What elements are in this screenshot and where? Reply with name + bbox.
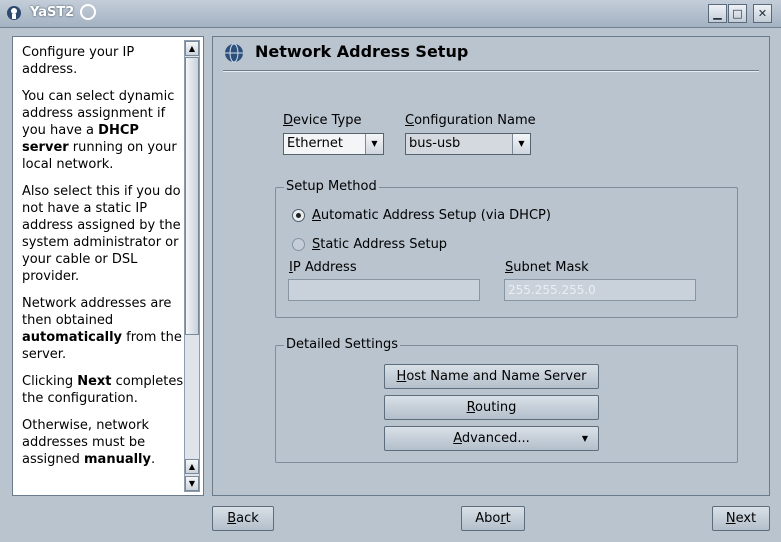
close-button[interactable]: ✕ xyxy=(753,4,772,23)
title-divider xyxy=(223,70,759,72)
setup-method-title: Setup Method xyxy=(284,179,379,194)
scroll-down-arrow-icon[interactable]: ▼ xyxy=(185,476,199,491)
suse-logo-icon xyxy=(80,4,96,20)
help-paragraph: Also select this if you do not have a st… xyxy=(22,183,184,285)
help-text-run: Also select this if you do not have a st… xyxy=(22,184,181,284)
radio-indicator xyxy=(292,238,305,251)
radio-indicator xyxy=(292,209,305,222)
help-paragraph: Configure your IP address. xyxy=(22,44,184,78)
detailed-settings-title: Detailed Settings xyxy=(284,337,400,352)
scroll-up-arrow-icon-bottom[interactable]: ▲ xyxy=(185,459,199,474)
static-address-label: Static Address Setup xyxy=(312,237,448,252)
help-text-run: Configure your IP address. xyxy=(22,45,135,77)
chevron-down-icon: ▼ xyxy=(365,134,383,154)
help-paragraph: You can select dynamic address assignmen… xyxy=(22,88,184,173)
abort-button[interactable]: Abort xyxy=(461,506,525,531)
device-type-select[interactable]: Ethernet ▼ xyxy=(283,133,384,155)
help-text-run: Network addresses are then obtained xyxy=(22,296,172,328)
back-button[interactable]: Back xyxy=(212,506,274,531)
network-globe-icon xyxy=(225,43,243,63)
automatic-address-label: Automatic Address Setup (via DHCP) xyxy=(312,208,551,223)
device-type-label: Device Type xyxy=(283,113,362,128)
host-name-button[interactable]: Host Name and Name Server xyxy=(384,364,599,389)
chevron-down-icon: ▼ xyxy=(512,134,530,154)
detailed-settings-group: Detailed Settings Host Name and Name Ser… xyxy=(275,337,738,463)
ip-address-label: IP Address xyxy=(289,260,357,275)
advanced-menu-button[interactable]: Advanced... ▼ xyxy=(384,426,599,451)
setup-method-group: Setup Method Automatic Address Setup (vi… xyxy=(275,179,738,318)
scroll-thumb[interactable] xyxy=(185,57,199,335)
window-title: YaST2 xyxy=(30,5,75,20)
scroll-up-arrow-icon[interactable]: ▲ xyxy=(185,41,199,56)
help-text-run: . xyxy=(151,452,156,467)
ip-address-input[interactable] xyxy=(288,279,480,301)
routing-button[interactable]: Routing xyxy=(384,395,599,420)
page-title: Network Address Setup xyxy=(255,42,469,61)
help-text: Configure your IP address. You can select… xyxy=(22,44,184,478)
help-bold-text: automatically xyxy=(22,330,123,345)
subnet-mask-input[interactable]: 255.255.255.0 xyxy=(504,279,696,301)
chevron-down-icon: ▼ xyxy=(581,434,588,443)
minimize-button[interactable]: ▁ xyxy=(708,4,727,23)
next-button[interactable]: Next xyxy=(712,506,770,531)
configuration-name-value: bus-usb xyxy=(409,136,461,151)
help-text-run: Clicking xyxy=(22,374,78,389)
help-paragraph: Otherwise, network addresses must be ass… xyxy=(22,417,184,468)
device-type-value: Ethernet xyxy=(287,136,343,151)
help-paragraph: Clicking Next completes the configuratio… xyxy=(22,373,184,407)
help-scrollbar[interactable]: ▲ ▲ ▼ xyxy=(184,40,200,492)
help-panel[interactable]: Configure your IP address. You can select… xyxy=(12,36,204,496)
maximize-button[interactable]: □ xyxy=(728,4,747,23)
configuration-name-select[interactable]: bus-usb ▼ xyxy=(405,133,531,155)
help-bold-text: manually xyxy=(84,452,151,467)
help-paragraph: Network addresses are then obtained auto… xyxy=(22,295,184,363)
title-bar: YaST2 ▁ □ ✕ xyxy=(0,0,781,28)
subnet-mask-label: Subnet Mask xyxy=(505,260,589,275)
help-bold-text: Next xyxy=(77,374,112,389)
configuration-name-label: Configuration Name xyxy=(405,113,536,128)
main-panel: Network Address Setup Device Type Ethern… xyxy=(212,36,770,496)
yast-app-icon xyxy=(7,6,21,20)
